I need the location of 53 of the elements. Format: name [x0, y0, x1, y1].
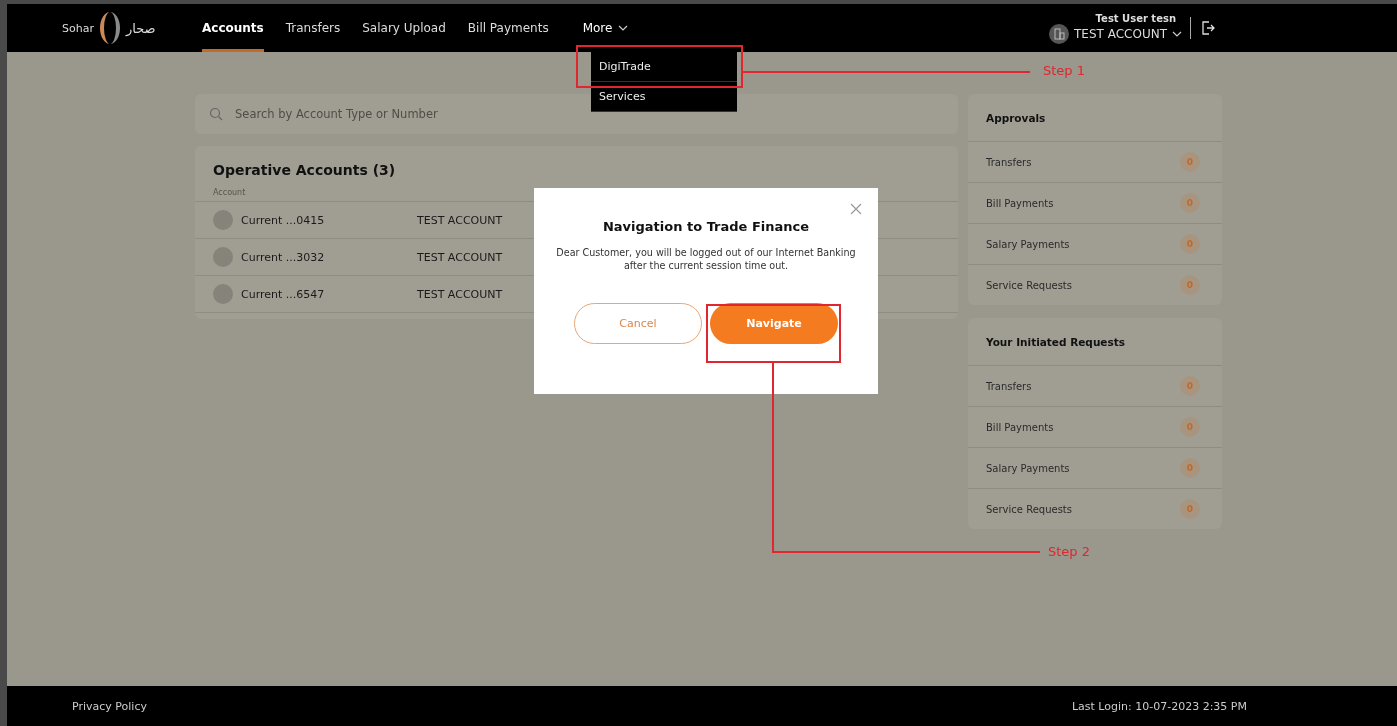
count-badge: 0	[1180, 417, 1200, 437]
menu-item[interactable]: DigiTrade	[591, 52, 737, 82]
account-holder: TEST ACCOUNT	[417, 250, 503, 264]
logo-text: Sohar	[62, 21, 94, 35]
menu-item[interactable]: Services	[591, 82, 737, 112]
step-label: Step 1	[1043, 63, 1085, 78]
account-name: Current ...0415	[241, 213, 326, 227]
account-avatar-icon	[213, 247, 233, 267]
account-name: Current ...3032	[241, 250, 326, 264]
nav-tab[interactable]: Salary Upload	[362, 4, 446, 52]
close-icon[interactable]	[850, 203, 862, 215]
logout-button[interactable]	[1199, 19, 1217, 37]
summary-item[interactable]: Service Requests 0	[968, 265, 1222, 305]
summary-item[interactable]: Transfers 0	[968, 142, 1222, 183]
account-holder: TEST ACCOUNT	[417, 287, 503, 301]
last-login-text: Last Login: 10-07-2023 2:35 PM	[1071, 699, 1247, 713]
count-badge: 0	[1180, 275, 1200, 295]
nav-tab[interactable]: Bill Payments	[467, 4, 549, 52]
summary-item[interactable]: Bill Payments 0	[968, 183, 1222, 224]
summary-item[interactable]: Salary Payments 0	[968, 448, 1222, 489]
section-title: Your Initiated Requests	[968, 318, 1222, 366]
summary-item[interactable]: Bill Payments 0	[968, 407, 1222, 448]
count-badge: 0	[1180, 193, 1200, 213]
account-name: Current ...6547	[241, 287, 326, 301]
logo-text: صحار	[125, 20, 156, 36]
privacy-policy-link[interactable]: Privacy Policy	[72, 699, 147, 713]
account-avatar-icon	[213, 210, 233, 230]
summary-item[interactable]: Transfers 0	[968, 366, 1222, 407]
nav-tab[interactable]: Transfers	[285, 4, 341, 52]
user-name: Test User tesn	[1095, 12, 1177, 24]
dialog-title: Navigation to Trade Finance	[601, 219, 811, 234]
count-badge: 0	[1180, 152, 1200, 172]
step-label: Step 2	[1048, 544, 1090, 559]
dialog-message: Dear Customer, you will be logged out of our Internet Banking after the current session time out.	[556, 246, 856, 273]
account-holder: TEST ACCOUNT	[417, 213, 503, 227]
logout-icon	[1201, 21, 1215, 35]
count-badge: 0	[1180, 376, 1200, 396]
caret-icon	[618, 25, 629, 31]
account-avatar-icon	[213, 284, 233, 304]
count-badge: 0	[1180, 234, 1200, 254]
more-menu-button[interactable]: More	[582, 4, 629, 52]
nav-tab[interactable]: Accounts	[202, 4, 264, 52]
summary-item[interactable]: Service Requests 0	[968, 489, 1222, 529]
logo-icon	[98, 11, 121, 45]
account-selector[interactable]: TEST ACCOUNT	[1049, 23, 1182, 44]
count-badge: 0	[1180, 458, 1200, 478]
section-title: Operative Accounts (3)	[212, 162, 397, 178]
section-title: Approvals	[968, 94, 1222, 142]
search-icon	[209, 107, 223, 121]
caret-icon	[1172, 30, 1182, 37]
count-badge: 0	[1180, 499, 1200, 519]
summary-item[interactable]: Salary Payments 0	[968, 224, 1222, 265]
building-icon	[1049, 23, 1070, 44]
